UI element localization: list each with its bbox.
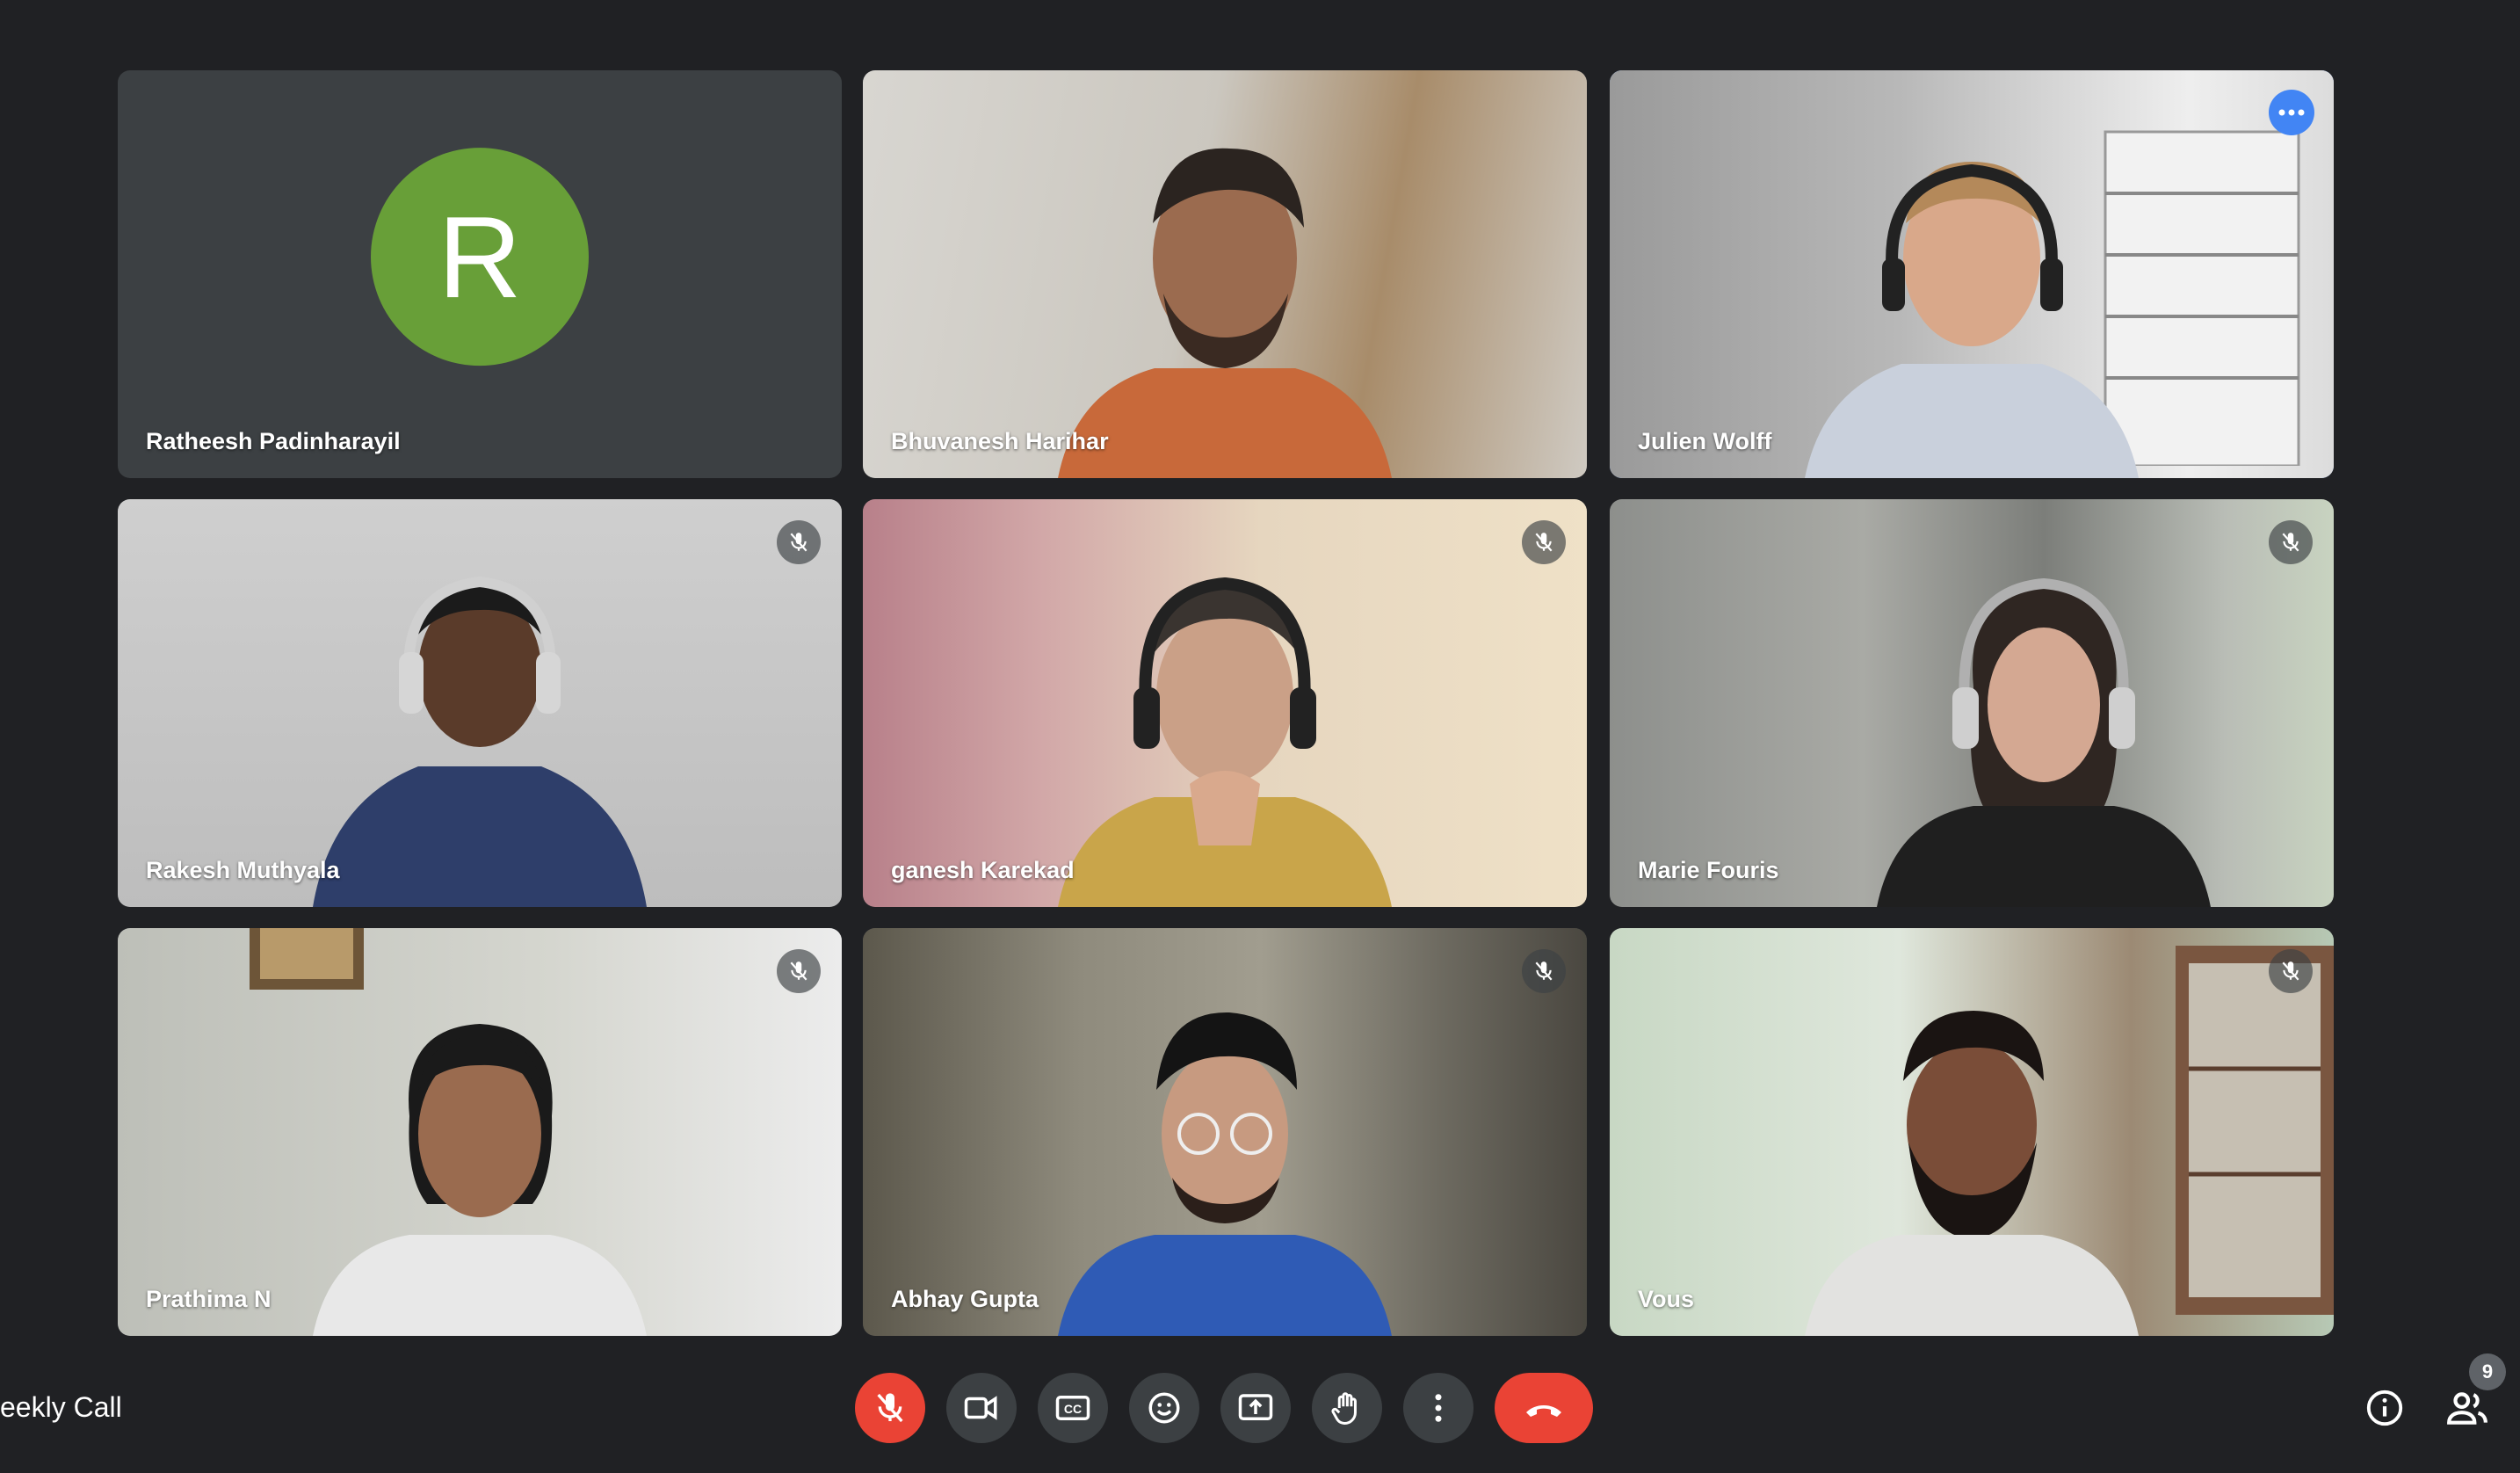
participant-tile[interactable]: Abhay Gupta — [863, 928, 1587, 1336]
svg-text:CC: CC — [1064, 1402, 1082, 1416]
participant-tile[interactable]: Vous — [1610, 928, 2334, 1336]
end-call-icon — [1526, 1405, 1561, 1417]
participant-name: Prathima N — [146, 1286, 272, 1312]
people-icon — [2447, 1392, 2487, 1425]
mic-off-icon — [1522, 520, 1566, 564]
participant-video-person — [313, 1024, 647, 1336]
raise-hand-icon — [1331, 1392, 1357, 1425]
participant-name: Julien Wolff — [1638, 428, 1772, 454]
participant-tile[interactable]: Prathima N — [118, 928, 842, 1336]
raise-hand-button[interactable] — [1312, 1373, 1382, 1443]
participant-name: Marie Fouris — [1638, 857, 1779, 883]
participant-name: Vous — [1638, 1286, 1695, 1312]
participant-tile[interactable]: ganesh Karekad — [863, 499, 1587, 907]
participant-name: Rakesh Muthyala — [146, 857, 340, 883]
participant-name: Ratheesh Padinharayil — [146, 428, 401, 454]
info-icon — [2366, 1390, 2403, 1426]
mic-off-icon — [877, 1393, 903, 1423]
participant-video-person — [313, 576, 647, 907]
captions-icon: CC — [1055, 1396, 1090, 1420]
mic-off-icon — [2269, 949, 2313, 993]
participant-tile[interactable]: Rakesh Muthyala — [118, 499, 842, 907]
mic-off-icon — [2269, 520, 2313, 564]
more-options-icon[interactable] — [2269, 90, 2314, 135]
participant-tile[interactable]: Marie Fouris — [1610, 499, 2334, 907]
leave-call-button[interactable] — [1495, 1373, 1593, 1443]
participant-name: ganesh Karekad — [891, 857, 1075, 883]
emoji-icon — [1148, 1392, 1180, 1424]
cabinet-background — [2176, 946, 2334, 1315]
participant-tile[interactable]: Julien Wolff — [1610, 70, 2334, 478]
participant-tile[interactable]: Bhuvanesh Harihar — [863, 70, 1587, 478]
participant-name: Abhay Gupta — [891, 1286, 1039, 1312]
participant-video-person — [1877, 577, 2212, 907]
participant-video-person — [1058, 148, 1392, 478]
meeting-details-button[interactable] — [2358, 1382, 2411, 1434]
participant-tile[interactable]: R Ratheesh Padinharayil — [118, 70, 842, 478]
participant-grid: R Ratheesh Padinharayil Bhuvanesh Hariha… — [0, 0, 2520, 1353]
reactions-button[interactable] — [1129, 1373, 1199, 1443]
participant-video-person — [1058, 1012, 1392, 1336]
avatar: R — [371, 148, 589, 366]
present-button[interactable] — [1220, 1373, 1291, 1443]
camera-toggle-button[interactable] — [946, 1373, 1017, 1443]
participant-video-person — [1805, 1011, 2139, 1336]
mic-off-icon — [777, 949, 821, 993]
camera-icon — [964, 1396, 997, 1420]
participant-video-person — [1805, 162, 2139, 478]
meeting-title: eekly Call — [0, 1390, 122, 1423]
participant-video-person — [1058, 577, 1392, 907]
captions-button[interactable]: CC — [1038, 1373, 1108, 1443]
present-icon — [1238, 1394, 1273, 1420]
mic-off-icon — [777, 520, 821, 564]
participant-count-badge: 9 — [2469, 1353, 2506, 1390]
mic-toggle-button[interactable] — [855, 1373, 925, 1443]
more-options-button[interactable] — [1403, 1373, 1474, 1443]
control-bar: eekly Call CC 9 — [0, 1353, 2520, 1473]
mic-off-icon — [1522, 949, 1566, 993]
participant-name: Bhuvanesh Harihar — [891, 428, 1109, 454]
more-options-icon — [1435, 1394, 1442, 1422]
